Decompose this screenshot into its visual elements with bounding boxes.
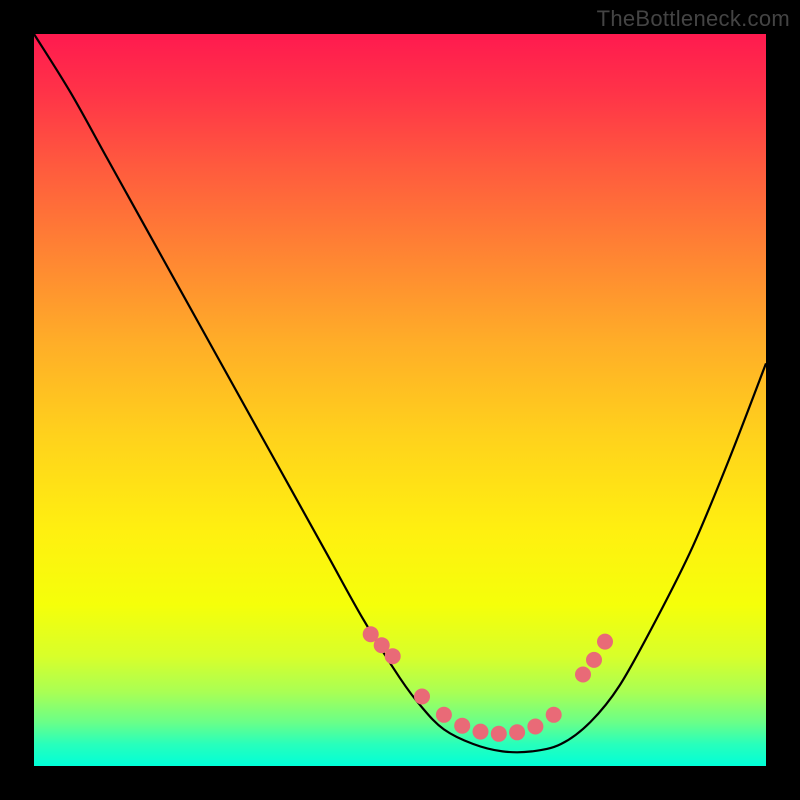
curve-dot: [491, 726, 507, 742]
curve-overlay: [34, 34, 766, 766]
curve-dot: [546, 707, 562, 723]
curve-dot: [597, 634, 613, 650]
watermark-text: TheBottleneck.com: [597, 6, 790, 32]
curve-dot: [454, 718, 470, 734]
curve-dot: [436, 707, 452, 723]
curve-dot: [509, 724, 525, 740]
curve-dot: [586, 652, 602, 668]
curve-dots: [363, 626, 613, 742]
curve-dot: [575, 667, 591, 683]
bottleneck-curve: [34, 34, 766, 752]
curve-dot: [385, 648, 401, 664]
curve-dot: [414, 689, 430, 705]
curve-dot: [473, 724, 489, 740]
chart-area: [34, 34, 766, 766]
curve-dot: [527, 719, 543, 735]
